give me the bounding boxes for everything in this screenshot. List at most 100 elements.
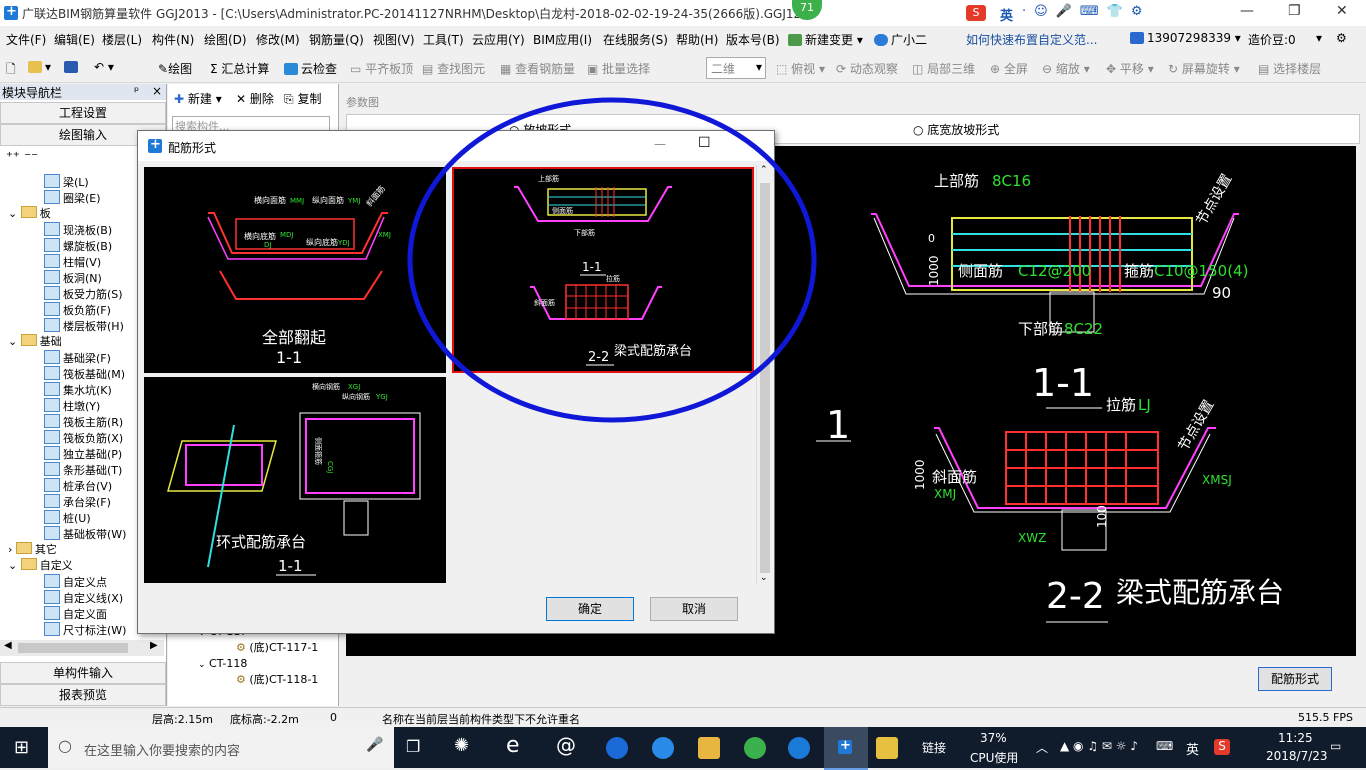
edge-icon[interactable]: [606, 737, 628, 759]
menu-version[interactable]: 版本号(B): [726, 31, 780, 48]
tree-item[interactable]: 条形基础(T): [44, 462, 122, 479]
tray-icons[interactable]: ▲ ◉ ♫ ✉ ☼ ♪: [1060, 739, 1138, 753]
expand-collapse-icons[interactable]: ⁺⁺ ⁻⁻: [6, 150, 38, 165]
assistant-button[interactable]: 广小二: [874, 31, 927, 48]
tree-item[interactable]: 板洞(N): [44, 270, 102, 287]
tree-item[interactable]: 现浇板(B): [44, 222, 112, 239]
tree-item[interactable]: 集水坑(K): [44, 382, 112, 399]
undo-icon[interactable]: ↶ ▾: [94, 60, 114, 74]
view-mode-select[interactable]: 二维 ▾: [706, 57, 766, 79]
spiral-app-icon[interactable]: @: [556, 733, 576, 757]
tree-item[interactable]: 柱墩(Y): [44, 398, 100, 415]
clock-time[interactable]: 11:25: [1278, 731, 1313, 745]
menu-component[interactable]: 构件(N): [152, 31, 194, 48]
tree-item[interactable]: 承台梁(F): [44, 494, 111, 511]
settings-icon[interactable]: ⚙: [1336, 31, 1347, 45]
tree-horizontal-scrollbar[interactable]: ◀ ▶: [0, 640, 164, 656]
copy-button[interactable]: ⎘ 复制: [284, 90, 321, 107]
new-change-button[interactable]: 新建变更 ▾: [788, 31, 863, 48]
batch-select-button[interactable]: ▣ 批量选择: [587, 60, 650, 77]
tree-item[interactable]: 筏板负筋(X): [44, 430, 123, 447]
tree-item[interactable]: 桩(U): [44, 510, 91, 527]
keyboard-icon[interactable]: ⌨: [1156, 739, 1173, 753]
scroll-thumb[interactable]: [18, 643, 128, 653]
tree-folder[interactable]: ⌄ 自定义: [8, 558, 73, 574]
chevron-icon[interactable]: ⌄: [8, 559, 21, 572]
sogou-icon[interactable]: S: [966, 5, 986, 21]
tree-item[interactable]: 筏板基础(M): [44, 366, 125, 383]
tree-node-ct118-1[interactable]: ⚙ (底)CT-118-1: [236, 672, 318, 688]
glodon-g-icon[interactable]: [788, 737, 810, 759]
tree-item[interactable]: 板受力筋(S): [44, 286, 123, 303]
ok-button[interactable]: 确定: [546, 597, 634, 621]
chevron-icon[interactable]: ⌄: [8, 207, 21, 220]
tree-item[interactable]: 基础梁(F): [44, 350, 111, 367]
tree-item[interactable]: 基础板带(W): [44, 526, 126, 543]
notepad-icon[interactable]: [876, 737, 898, 759]
tree-item[interactable]: 自定义面: [44, 606, 107, 623]
tray-expand-icon[interactable]: ︿: [1036, 739, 1048, 756]
report-preview-button[interactable]: 报表预览: [0, 684, 166, 706]
new-component-button[interactable]: ✚ 新建 ▾: [174, 90, 222, 107]
bottom-width-slope-radio[interactable]: ○ 底宽放坡形式: [913, 121, 999, 138]
fan-app-icon[interactable]: ✺: [454, 735, 469, 756]
bean-dropdown-icon[interactable]: ▾: [1316, 31, 1322, 45]
cloud-check-button[interactable]: 云检查: [284, 60, 337, 77]
tree-item[interactable]: 梁(L): [44, 174, 89, 191]
help-link[interactable]: 如何快速布置自定义范...: [966, 31, 1097, 48]
tree-item[interactable]: 楼层板带(H): [44, 318, 124, 335]
menu-help[interactable]: 帮助(H): [676, 31, 718, 48]
view-rebar-button[interactable]: ▦ 查看钢筋量: [500, 60, 575, 77]
taskbar-search-box[interactable]: ○ 在这里输入你要搜索的内容 🎤: [48, 727, 394, 768]
project-settings-button[interactable]: 工程设置: [0, 102, 166, 124]
find-element-button[interactable]: ▤ 查找图元: [422, 60, 485, 77]
tree-item[interactable]: 自定义线(X): [44, 590, 123, 607]
tree-item[interactable]: 独立基础(P): [44, 446, 122, 463]
new-file-icon[interactable]: 🗋: [6, 60, 16, 81]
menu-file[interactable]: 文件(F): [6, 31, 46, 48]
menu-rebar-qty[interactable]: 钢筋量(Q): [309, 31, 364, 48]
tree-item[interactable]: 柱帽(V): [44, 254, 101, 271]
ie-icon[interactable]: [652, 737, 674, 759]
open-file-icon[interactable]: ▾: [28, 60, 51, 74]
windows-start-icon[interactable]: ⊞: [14, 737, 29, 758]
maximize-button[interactable]: ❐: [1288, 3, 1301, 19]
menu-bim[interactable]: BIM应用(I): [533, 31, 592, 48]
draw-button[interactable]: ✎绘图: [158, 60, 192, 77]
ime-indicator[interactable]: 英: [1186, 739, 1199, 758]
zoom-button[interactable]: ⊖ 缩放 ▾: [1042, 60, 1090, 77]
task-view-icon[interactable]: ❐: [406, 737, 420, 756]
cancel-button[interactable]: 取消: [650, 597, 738, 621]
sogou-tray-icon[interactable]: S: [1214, 739, 1230, 755]
pin-icon[interactable]: ᵖ: [134, 84, 139, 98]
single-input-button[interactable]: 单构件输入: [0, 662, 166, 684]
clock-date[interactable]: 2018/7/23: [1266, 749, 1328, 763]
menu-tools[interactable]: 工具(T): [423, 31, 464, 48]
browser-360-icon[interactable]: [744, 737, 766, 759]
screen-rotate-button[interactable]: ↻ 屏幕旋转 ▾: [1168, 60, 1240, 77]
tree-item[interactable]: 板负筋(F): [44, 302, 111, 319]
microphone-icon[interactable]: 🎤: [366, 737, 383, 753]
scroll-left-icon[interactable]: ◀: [4, 640, 12, 651]
active-app-tab[interactable]: [824, 727, 868, 770]
menu-floor[interactable]: 楼层(L): [102, 31, 142, 48]
scroll-right-icon[interactable]: ▶: [150, 640, 158, 651]
local-3d-button[interactable]: ◫ 局部三维: [912, 60, 975, 77]
dynamic-view-button[interactable]: ⟳ 动态观察: [836, 60, 898, 77]
tree-folder[interactable]: › 其它: [8, 542, 57, 558]
flat-slab-top-button[interactable]: ▭ 平齐板顶: [350, 60, 413, 77]
menu-online[interactable]: 在线服务(S): [603, 31, 668, 48]
close-icon[interactable]: ×: [152, 84, 162, 98]
save-icon[interactable]: [64, 60, 81, 74]
select-floor-button[interactable]: ▤ 选择楼层: [1258, 60, 1321, 77]
notification-center-icon[interactable]: ▭: [1330, 739, 1341, 753]
minimize-button[interactable]: —: [1240, 3, 1254, 19]
taskbar-link-label[interactable]: 链接: [922, 739, 946, 756]
full-screen-button[interactable]: ⊕ 全屏: [990, 60, 1028, 77]
menu-modify[interactable]: 修改(M): [256, 31, 300, 48]
tree-item[interactable]: 筏板主筋(R): [44, 414, 123, 431]
price-bean[interactable]: 造价豆:0: [1248, 31, 1296, 48]
close-button[interactable]: ✕: [1336, 3, 1348, 19]
rebar-form-button[interactable]: 配筋形式: [1258, 667, 1332, 691]
tree-folder[interactable]: ⌄ 基础: [8, 334, 62, 350]
